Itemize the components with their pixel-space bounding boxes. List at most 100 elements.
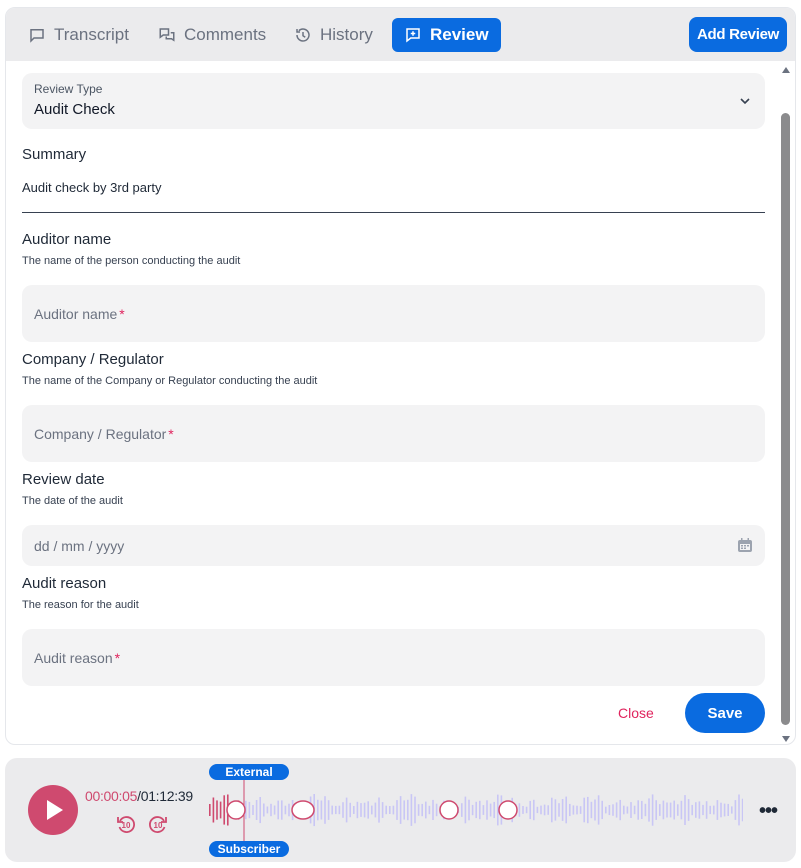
waveform-bar: [414, 796, 416, 824]
chevron-down-icon: [740, 98, 750, 105]
review-type-select[interactable]: Review Type Audit Check: [22, 73, 765, 129]
waveform-bar: [554, 799, 557, 821]
review-date-input[interactable]: dd / mm / yyyy: [22, 525, 765, 566]
waveform-bar: [601, 800, 603, 820]
waveform-bar: [486, 800, 488, 820]
waveform-bar: [731, 806, 733, 814]
review-date-title: Review date: [22, 471, 105, 488]
waveform-bar: [547, 805, 549, 815]
waveform-bar: [741, 798, 743, 822]
waveform-bar: [353, 806, 355, 814]
waveform-bar: [576, 805, 578, 815]
waveform-bar: [392, 805, 395, 815]
company-placeholder: Company / Regulator: [34, 425, 167, 442]
waveform-bar: [479, 800, 481, 820]
play-button[interactable]: [28, 785, 78, 835]
waveform-bar: [324, 796, 326, 824]
waveform-bar: [633, 805, 636, 815]
waveform-bar: [738, 794, 740, 826]
waveform-bar: [381, 802, 384, 818]
waveform-bar: [385, 805, 387, 815]
waveform-bar: [533, 799, 535, 821]
scroll-down-arrow-icon[interactable]: [782, 736, 790, 742]
comment-marker[interactable]: [226, 800, 246, 820]
waveform-bar: [374, 802, 377, 818]
tab-review[interactable]: Review: [392, 18, 501, 52]
waveform-bar: [464, 796, 467, 824]
audit-reason-title: Audit reason: [22, 575, 107, 592]
comment-marker[interactable]: [498, 800, 518, 820]
skip-forward-icon[interactable]: 10: [147, 813, 169, 835]
audio-player: 00:00:05/01:12:39 10 10 External Subscri…: [5, 758, 796, 862]
comment-marker[interactable]: [439, 800, 459, 820]
waveform-bar: [288, 803, 290, 817]
waveform-bar: [551, 797, 553, 823]
close-button[interactable]: Close: [612, 701, 660, 725]
waveform-bar: [421, 803, 423, 817]
waveform-bar: [680, 800, 683, 820]
more-options-icon[interactable]: •••: [759, 800, 778, 823]
history-icon: [296, 28, 310, 42]
waveform-bar: [615, 802, 618, 818]
waveform-bar: [720, 802, 722, 818]
company-input[interactable]: Company / Regulator *: [22, 405, 765, 462]
waveform-bar: [349, 802, 351, 818]
waveform-bar: [619, 799, 621, 821]
skip-back-label: 10: [122, 821, 131, 830]
waveform-bar: [662, 800, 665, 820]
comment-marker[interactable]: [291, 800, 315, 820]
comments-icon: [159, 28, 175, 42]
waveform-bar: [259, 797, 261, 824]
scrollbar[interactable]: [779, 63, 793, 744]
scroll-up-arrow-icon[interactable]: [782, 67, 790, 73]
company-title: Company / Regulator: [22, 351, 164, 368]
waveform-bar: [608, 805, 611, 816]
waveform-bar: [389, 806, 391, 814]
waveform-bar: [327, 800, 330, 820]
waveform-bar: [345, 797, 348, 823]
waveform-bar: [705, 801, 708, 819]
waveform-bar: [270, 803, 272, 817]
waveform-bar: [219, 801, 222, 819]
waveform-bar: [320, 800, 323, 820]
waveform-bar: [407, 799, 409, 821]
waveform-bar: [468, 799, 470, 821]
waveform-bar: [522, 806, 524, 814]
waveform-bar: [493, 801, 495, 819]
waveform-bar: [425, 801, 427, 819]
waveform[interactable]: [208, 778, 743, 842]
skip-back-icon[interactable]: 10: [115, 813, 137, 835]
waveform-bar: [403, 800, 405, 820]
waveform-bar: [273, 805, 276, 815]
waveform-bar: [396, 800, 398, 820]
waveform-bar: [561, 799, 564, 821]
save-button[interactable]: Save: [685, 693, 765, 733]
tab-transcript[interactable]: Transcript: [16, 18, 141, 52]
tab-history[interactable]: History: [282, 18, 385, 52]
waveform-bar: [529, 800, 531, 820]
waveform-bar: [525, 806, 528, 814]
waveform-bar: [605, 806, 607, 814]
calendar-icon[interactable]: [737, 537, 753, 553]
waveform-bar: [248, 801, 251, 819]
waveform-bar: [734, 800, 737, 820]
auditor-name-input[interactable]: Auditor name *: [22, 285, 765, 342]
waveform-bar: [518, 803, 521, 817]
scrollbar-thumb[interactable]: [781, 113, 790, 725]
tab-comments[interactable]: Comments: [146, 18, 278, 52]
waveform-bar: [695, 802, 697, 818]
audit-reason-input[interactable]: Audit reason *: [22, 629, 765, 686]
waveform-bar: [713, 805, 715, 815]
waveform-bar: [216, 800, 218, 820]
add-review-button[interactable]: Add Review: [688, 17, 787, 52]
company-help: The name of the Company or Regulator con…: [22, 375, 318, 387]
time-display: 00:00:05/01:12:39: [85, 788, 193, 804]
waveform-bar: [266, 806, 269, 814]
summary-input[interactable]: Audit check by 3rd party: [22, 180, 161, 195]
waveform-bar: [360, 803, 362, 817]
waveform-bar: [587, 796, 589, 824]
waveform-bar: [367, 801, 369, 819]
waveform-bar: [702, 804, 704, 816]
waveform-bar: [342, 802, 344, 818]
waveform-bar: [363, 802, 366, 818]
